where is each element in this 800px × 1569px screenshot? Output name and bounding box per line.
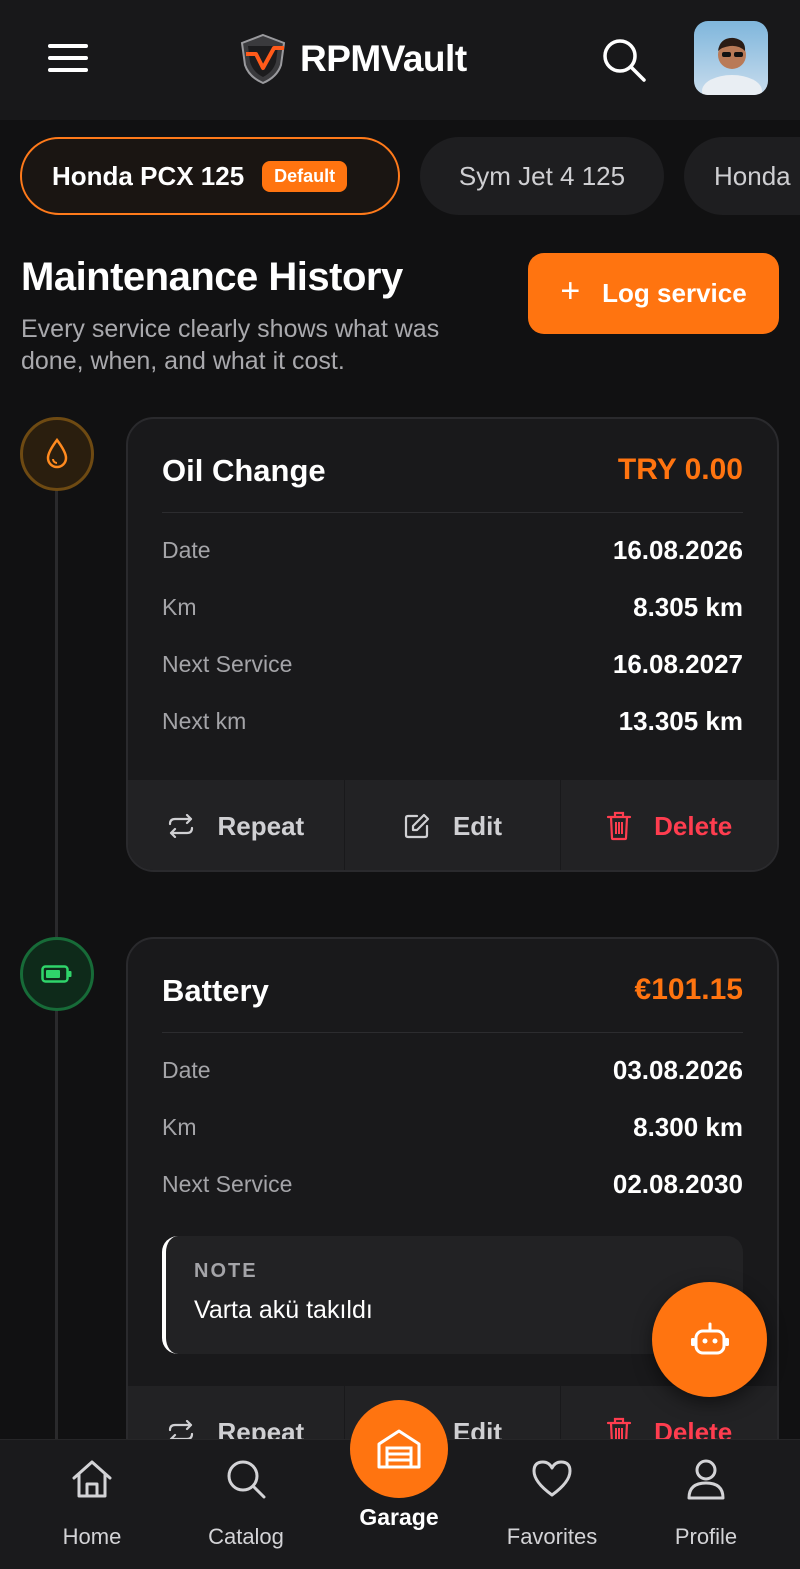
oil-drop-icon bbox=[20, 417, 94, 491]
detail-value: 16.08.2026 bbox=[612, 535, 743, 565]
detail-row-date: Date 16.08.2026 bbox=[162, 535, 743, 577]
vehicle-chip-sym-jet[interactable]: Sym Jet 4 125 bbox=[420, 137, 664, 215]
note-text: Varta akü takıldı bbox=[194, 1296, 373, 1324]
vehicle-chip-honda[interactable]: Honda bbox=[684, 137, 800, 215]
search-icon[interactable] bbox=[600, 36, 648, 84]
edit-label: Edit bbox=[452, 810, 503, 841]
brand-logo-icon bbox=[240, 33, 286, 85]
detail-value: 8.300 km bbox=[633, 1112, 743, 1142]
vehicle-chip-label: Sym Jet 4 125 bbox=[458, 160, 626, 191]
detail-label: Next Service bbox=[162, 1171, 293, 1197]
robot-icon bbox=[690, 1322, 729, 1354]
menu-icon[interactable] bbox=[48, 44, 90, 74]
nav-profile[interactable]: Profile bbox=[636, 1458, 776, 1558]
user-icon bbox=[687, 1459, 725, 1500]
nav-label: Garage bbox=[359, 1504, 439, 1530]
vehicle-chip-honda-pcx[interactable]: Honda PCX 125 Default bbox=[20, 137, 400, 215]
search-icon bbox=[227, 1460, 266, 1499]
detail-label: Km bbox=[162, 1114, 197, 1140]
heart-icon bbox=[532, 1460, 572, 1497]
detail-row-date: Date 03.08.2026 bbox=[162, 1055, 743, 1097]
vehicle-chip-label: Honda PCX 125 bbox=[52, 160, 245, 191]
service-card-oil-change: Oil Change TRY 0.00 Date 16.08.2026 Km 8… bbox=[126, 417, 779, 872]
battery-icon bbox=[20, 937, 94, 1011]
trash-icon bbox=[607, 811, 632, 841]
edit-icon bbox=[404, 813, 430, 839]
detail-label: Km bbox=[162, 594, 197, 620]
nav-garage[interactable]: Garage bbox=[329, 1400, 469, 1550]
detail-label: Next km bbox=[162, 708, 247, 734]
nav-label: Favorites bbox=[506, 1524, 598, 1549]
detail-value: 8.305 km bbox=[633, 592, 743, 622]
page-subtitle: Every service clearly shows what was don… bbox=[21, 315, 440, 375]
vehicle-chip-label: Honda bbox=[714, 160, 791, 191]
detail-value: 02.08.2030 bbox=[612, 1169, 743, 1199]
service-cost: €101.15 bbox=[634, 973, 743, 1006]
detail-value: 03.08.2026 bbox=[612, 1055, 743, 1085]
detail-row-next-service: Next Service 02.08.2030 bbox=[162, 1169, 743, 1211]
nav-label: Catalog bbox=[208, 1524, 284, 1549]
default-badge: Default bbox=[262, 160, 348, 192]
edit-button[interactable]: Edit bbox=[345, 780, 562, 870]
delete-label: Delete bbox=[654, 810, 733, 841]
detail-label: Date bbox=[162, 1057, 211, 1083]
detail-value: 16.08.2027 bbox=[612, 649, 743, 679]
nav-catalog[interactable]: Catalog bbox=[176, 1458, 316, 1558]
delete-button[interactable]: Delete bbox=[561, 780, 777, 870]
note-label: NOTE bbox=[194, 1260, 258, 1282]
garage-icon bbox=[377, 1429, 421, 1469]
detail-row-km: Km 8.300 km bbox=[162, 1112, 743, 1154]
vehicle-selector: Honda PCX 125 Default Sym Jet 4 125 Hond… bbox=[0, 137, 800, 215]
repeat-icon bbox=[169, 814, 194, 838]
card-actions: Repeat Edit Delete bbox=[128, 780, 777, 870]
page-title: Maintenance History bbox=[21, 255, 403, 299]
service-cost: TRY 0.00 bbox=[617, 453, 743, 486]
repeat-label: Repeat bbox=[217, 810, 305, 841]
detail-label: Next Service bbox=[162, 651, 293, 677]
repeat-button[interactable]: Repeat bbox=[128, 780, 345, 870]
log-service-label: Log service bbox=[602, 278, 747, 308]
garage-circle bbox=[350, 1400, 448, 1498]
card-header: Oil Change TRY 0.00 bbox=[162, 453, 743, 513]
detail-label: Date bbox=[162, 537, 211, 563]
detail-value: 13.305 km bbox=[618, 706, 743, 736]
app-header: RPMVault bbox=[0, 0, 800, 120]
service-title: Battery bbox=[162, 973, 269, 1008]
assistant-bot-button[interactable] bbox=[652, 1282, 767, 1397]
card-header: Battery €101.15 bbox=[162, 973, 743, 1033]
avatar[interactable] bbox=[694, 21, 768, 95]
app-name: RPMVault bbox=[300, 38, 467, 79]
home-icon bbox=[72, 1460, 112, 1498]
detail-row-next-km: Next km 13.305 km bbox=[162, 706, 743, 748]
nav-label: Home bbox=[62, 1524, 122, 1549]
brand: RPMVault bbox=[236, 32, 467, 86]
nav-home[interactable]: Home bbox=[22, 1458, 162, 1558]
detail-row-next-service: Next Service 16.08.2027 bbox=[162, 649, 743, 691]
service-title: Oil Change bbox=[162, 453, 326, 488]
nav-favorites[interactable]: Favorites bbox=[482, 1458, 622, 1558]
log-service-button[interactable]: + Log service bbox=[528, 253, 779, 334]
nav-label: Profile bbox=[674, 1524, 738, 1549]
detail-row-km: Km 8.305 km bbox=[162, 592, 743, 634]
plus-icon: + bbox=[560, 272, 581, 310]
